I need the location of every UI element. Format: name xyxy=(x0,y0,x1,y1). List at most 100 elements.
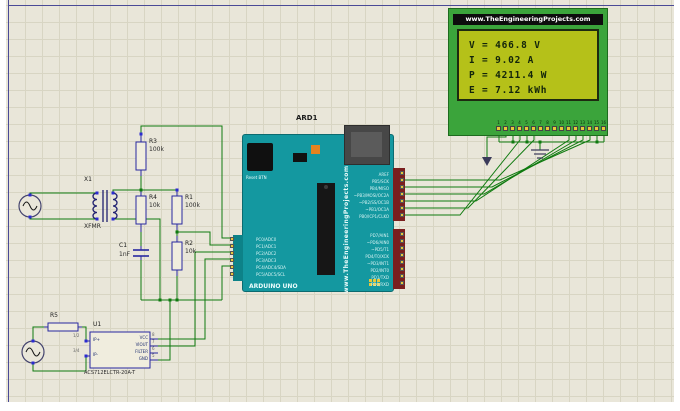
arduino-uno-board[interactable]: Reset BTN www.TheEngineeringProjects.com… xyxy=(230,125,405,293)
r4-ref-label: R4 xyxy=(149,194,157,201)
lcd-pin[interactable]: 13 xyxy=(580,119,585,131)
pin-d13[interactable] xyxy=(400,178,404,182)
pin-d10[interactable] xyxy=(400,199,404,203)
c1-value-label: 1nF xyxy=(119,251,131,258)
r2-ref-label: R2 xyxy=(185,240,193,247)
wire xyxy=(158,300,171,361)
lcd-pin-header[interactable]: 1 2 3 4 5 6 7 8 9 10 11 12 13 14 15 16 xyxy=(496,119,606,131)
lcd-pin[interactable]: 8 xyxy=(545,119,550,131)
transformer-ref-label: X1 xyxy=(84,176,92,183)
pin-d1-tx[interactable] xyxy=(400,274,404,278)
lcd-module[interactable]: www.TheEngineeringProjects.com V = 466.8… xyxy=(448,8,608,136)
transformer-value-label: XFMR xyxy=(84,223,101,230)
u1-pin-gnd: GND xyxy=(138,356,148,361)
lcd-line-power: P = 4211.4 W xyxy=(469,70,548,81)
pin-d2[interactable] xyxy=(400,267,404,271)
arduino-ref-label: ARD1 xyxy=(296,114,318,122)
analog-pin-labels: PC0/ADC0 PC1/ADC1 PC2/ADC2 PC3/ADC3 PC4/… xyxy=(256,236,286,277)
u1-pin-number: 3/4 xyxy=(73,348,80,353)
u1-pin-vcc: VCC xyxy=(139,335,148,340)
lcd-pin[interactable]: 4 xyxy=(517,119,522,131)
pin-d3[interactable] xyxy=(400,260,404,264)
pin-d6[interactable] xyxy=(400,239,404,243)
wire xyxy=(113,218,161,300)
u1-pin-number: 1/2 xyxy=(73,333,80,338)
board-name-label: ARDUINO UNO xyxy=(249,283,298,290)
lcd-pin[interactable]: 3 xyxy=(510,119,515,131)
usb-interface-chip xyxy=(293,153,307,162)
u1-pin-number: 6 xyxy=(152,346,155,351)
power-jack xyxy=(247,143,273,171)
wire xyxy=(404,130,584,188)
usb-connector xyxy=(344,125,390,165)
pin-d5[interactable] xyxy=(400,246,404,250)
resistor-r2-symbol[interactable] xyxy=(171,241,183,271)
lcd-pin[interactable]: 6 xyxy=(531,119,536,131)
pin-d9[interactable] xyxy=(400,206,404,210)
pin-a2[interactable] xyxy=(230,251,234,255)
u1-pin-number: 7 xyxy=(152,339,155,344)
lcd-pin[interactable]: 10 xyxy=(559,119,564,131)
u1-pin-number: 5 xyxy=(152,353,155,358)
digital-pin-labels-upper: AREF PB5/SCK PB4/MISO ~PB3/MOSI/OC2A ~PB… xyxy=(353,171,389,219)
r3-value-label: 100k xyxy=(149,146,164,153)
wire xyxy=(29,217,97,220)
pin-a1[interactable] xyxy=(230,244,234,248)
reset-button-label: Reset BTN xyxy=(246,175,267,180)
lcd-pin[interactable]: 5 xyxy=(524,119,529,131)
lcd-pin[interactable]: 11 xyxy=(566,119,571,131)
lcd-line-current: I = 9.02 A xyxy=(469,55,535,66)
pin-d7[interactable] xyxy=(400,232,404,236)
wire xyxy=(32,326,44,341)
r4-value-label: 10k xyxy=(149,202,161,209)
pin-d4[interactable] xyxy=(400,253,404,257)
u1-value-label: ACS712ELCTR-20A-T xyxy=(84,370,136,376)
lcd-pin[interactable]: 12 xyxy=(573,119,578,131)
resistor-r4-symbol[interactable] xyxy=(135,195,147,225)
usb-connector-inner xyxy=(351,132,382,157)
lcd-pin[interactable]: 16 xyxy=(601,119,606,131)
pin-a5[interactable] xyxy=(230,272,234,276)
schematic-canvas[interactable]: X1 XFMR R3 100k R4 10k R1 100k R2 10k C1… xyxy=(0,0,680,411)
ac-source-load[interactable] xyxy=(21,340,45,364)
pin-d0-rx[interactable] xyxy=(400,281,404,285)
r5-ref-label: R5 xyxy=(50,312,58,319)
lcd-pin[interactable]: 7 xyxy=(538,119,543,131)
u1-pin-number: 8 xyxy=(152,332,155,337)
digital-header-upper[interactable] xyxy=(393,168,405,221)
power-terminal[interactable] xyxy=(482,157,492,166)
lcd-pin[interactable]: 15 xyxy=(594,119,599,131)
resistor-r5-symbol[interactable] xyxy=(47,322,79,332)
analog-header[interactable] xyxy=(233,235,243,281)
u1-pin-ip-plus: IP+ xyxy=(93,337,100,342)
u1-pin-filter: FILTER xyxy=(135,349,148,354)
lcd-screen: V = 466.8 V I = 9.02 A P = 4211.4 W E = … xyxy=(457,29,599,101)
ground-symbol[interactable] xyxy=(531,149,549,159)
transformer-symbol[interactable] xyxy=(92,190,118,222)
lcd-pin[interactable]: 14 xyxy=(587,119,592,131)
pin-d12[interactable] xyxy=(400,185,404,189)
pin-aref[interactable] xyxy=(400,171,404,175)
r3-ref-label: R3 xyxy=(149,138,157,145)
reset-button[interactable] xyxy=(311,145,320,154)
lcd-pin[interactable]: 2 xyxy=(503,119,508,131)
lcd-line-energy: E = 7.12 kWh xyxy=(469,85,548,96)
lcd-pin[interactable]: 9 xyxy=(552,119,557,131)
u1-ref-label: U1 xyxy=(93,321,102,328)
lcd-brand-banner: www.TheEngineeringProjects.com xyxy=(453,14,603,25)
lcd-pin[interactable]: 1 xyxy=(496,119,501,131)
pin-d8[interactable] xyxy=(400,213,404,217)
resistor-r1-symbol[interactable] xyxy=(171,195,183,225)
digital-header-lower[interactable] xyxy=(393,229,405,289)
pin-a4[interactable] xyxy=(230,265,234,269)
wire xyxy=(404,130,577,195)
r1-value-label: 100k xyxy=(185,202,200,209)
pin-d11[interactable] xyxy=(400,192,404,196)
ac-source-mains[interactable] xyxy=(18,194,42,218)
capacitor-c1-symbol[interactable] xyxy=(133,249,149,257)
r2-value-label: 10k xyxy=(185,248,197,255)
pin-a0[interactable] xyxy=(230,237,234,241)
pin-a3[interactable] xyxy=(230,258,234,262)
resistor-r3-symbol[interactable] xyxy=(135,141,147,171)
r1-ref-label: R1 xyxy=(185,194,193,201)
